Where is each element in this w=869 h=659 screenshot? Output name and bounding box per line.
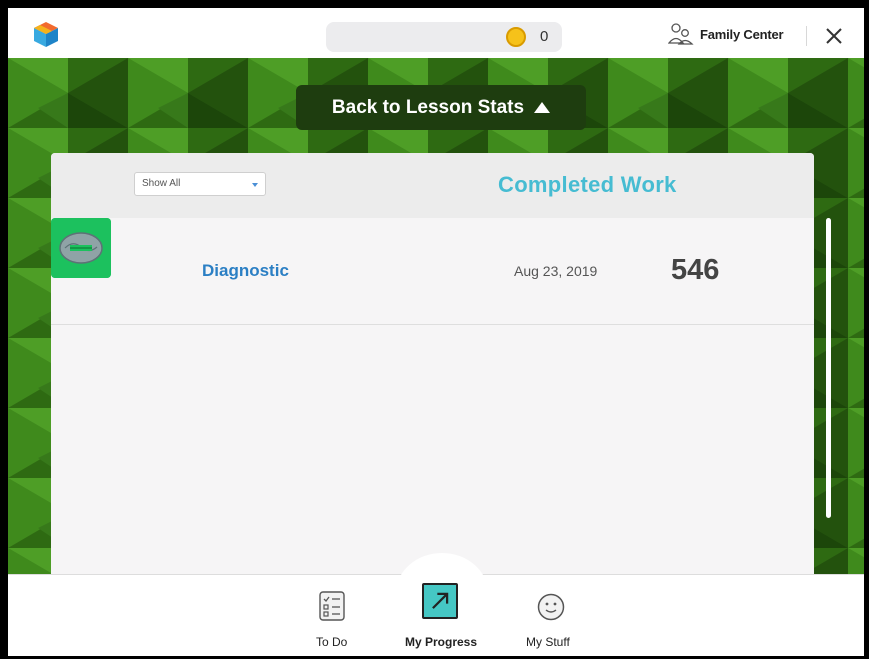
completed-work-panel: Show All Completed Work Diagnostic Aug 2… [51,153,814,574]
coin-counter: 0 [326,22,562,52]
app-logo-cube-icon[interactable] [32,20,60,48]
nav-label-my-stuff: My Stuff [526,635,570,649]
bottom-nav: To Do My Progress My Stuff [8,553,864,656]
family-center-button[interactable]: Family Center [668,23,784,45]
filter-selected-value: Show All [142,178,181,189]
row-title[interactable]: Diagnostic [202,261,289,281]
progress-arrow-icon [422,583,458,619]
chevron-down-icon [252,183,258,187]
family-users-icon [668,23,694,45]
topbar-divider [806,26,807,46]
panel-header: Show All Completed Work [51,153,814,218]
nav-label-my-progress: My Progress [405,635,478,649]
filter-dropdown[interactable]: Show All [134,172,266,196]
panel-heading: Completed Work [498,172,677,197]
scrollbar[interactable] [826,218,831,518]
row-date: Aug 23, 2019 [514,263,598,279]
triangle-up-icon [534,102,551,113]
back-button-label: Back to Lesson Stats [331,96,525,118]
coin-icon [506,27,526,47]
close-icon[interactable] [822,24,846,48]
coin-count: 0 [540,28,549,45]
app-window: 0 Family Center Back to Lesson Stats Sho… [8,8,864,656]
family-center-label: Family Center [700,26,784,42]
completed-work-row[interactable]: Diagnostic Aug 23, 2019 546 [51,218,814,325]
brain-icon [51,218,111,278]
top-bar: 0 Family Center [8,8,864,58]
background-pattern: Back to Lesson Stats Show All Completed … [8,58,864,574]
nav-label-to-do: To Do [316,635,348,649]
smiley-icon [537,593,565,621]
row-score: 546 [671,254,720,286]
checklist-icon [319,591,345,621]
back-to-lesson-stats-button[interactable]: Back to Lesson Stats [296,85,586,130]
